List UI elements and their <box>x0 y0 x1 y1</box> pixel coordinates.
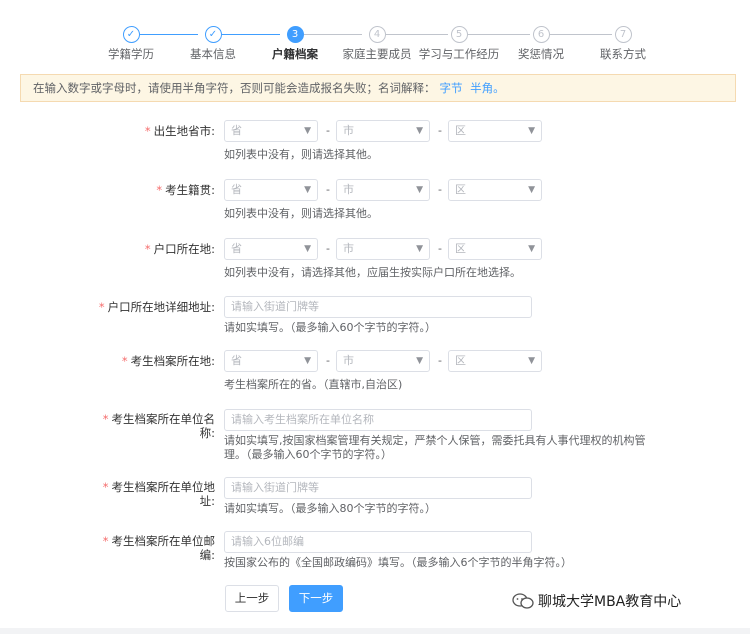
city-select[interactable]: 市 ▼ <box>336 350 430 372</box>
step-huji[interactable]: 3 户籍档案 <box>250 26 340 62</box>
separator: - <box>326 242 330 255</box>
field-hint: 如列表中没有，则请选择其他。 <box>224 148 378 161</box>
notice-bar: 在输入数字或字母时，请使用半角字符，否则可能会造成报名失败；名词解释： 字节 半角… <box>20 74 736 102</box>
chevron-down-icon: ▼ <box>528 185 535 195</box>
step-basic-info[interactable]: ✓ 基本信息 <box>168 26 258 62</box>
province-select[interactable]: 省 ▼ <box>224 120 318 142</box>
step-number: 7 <box>614 26 632 43</box>
separator: - <box>326 183 330 196</box>
zip-input[interactable]: 请输入6位邮编 <box>224 531 532 553</box>
step-xueji[interactable]: ✓ 学籍学历 <box>86 26 176 62</box>
chevron-down-icon: ▼ <box>528 244 535 254</box>
chevron-down-icon: ▼ <box>416 126 423 136</box>
separator: - <box>438 183 442 196</box>
city-select[interactable]: 市 ▼ <box>336 120 430 142</box>
field-label: * 考生档案所在单位名 称: <box>102 412 215 440</box>
district-select[interactable]: 区 ▼ <box>448 350 542 372</box>
step-label: 奖惩情况 <box>518 47 564 61</box>
province-select[interactable]: 省 ▼ <box>224 238 318 260</box>
field-hint: 请如实填写。（最多输入60个字节的字符。） <box>224 321 436 334</box>
chevron-down-icon: ▼ <box>416 356 423 366</box>
chevron-down-icon: ▼ <box>304 356 311 366</box>
step-number: 4 <box>368 26 386 43</box>
province-select[interactable]: 省 ▼ <box>224 350 318 372</box>
chevron-down-icon: ▼ <box>304 126 311 136</box>
separator: - <box>326 354 330 367</box>
term-link-halfwidth[interactable]: 半角。 <box>470 81 505 95</box>
chevron-down-icon: ▼ <box>416 244 423 254</box>
step-label: 家庭主要成员 <box>342 47 412 61</box>
city-select[interactable]: 市 ▼ <box>336 238 430 260</box>
separator: - <box>438 124 442 137</box>
chevron-down-icon: ▼ <box>528 126 535 136</box>
chevron-down-icon: ▼ <box>528 356 535 366</box>
step-family[interactable]: 4 家庭主要成员 <box>332 26 422 62</box>
step-label: 学籍学历 <box>108 47 154 61</box>
separator: - <box>326 124 330 137</box>
wechat-icon <box>512 593 534 609</box>
field-label: * 考生档案所在单位邮 编: <box>102 534 215 562</box>
field-hint: 如列表中没有，则请选择其他。 <box>224 207 378 220</box>
chevron-down-icon: ▼ <box>416 185 423 195</box>
chevron-down-icon: ▼ <box>304 185 311 195</box>
field-label: * 考生档案所在单位地 址: <box>102 480 215 508</box>
next-button[interactable]: 下一步 <box>289 585 343 612</box>
step-study-work[interactable]: 5 学习与工作经历 <box>414 26 504 62</box>
step-label: 联系方式 <box>600 47 646 61</box>
term-link-byte[interactable]: 字节 <box>440 81 463 95</box>
field-label: * 户口所在地: <box>144 242 215 256</box>
district-select[interactable]: 区 ▼ <box>448 179 542 201</box>
province-select[interactable]: 省 ▼ <box>224 179 318 201</box>
field-hint: 请如实填写。（最多输入80个字节的字符。） <box>224 502 436 515</box>
hukou-address-input[interactable]: 请输入街道门牌等 <box>224 296 532 318</box>
field-hint: 请如实填写,按国家档案管理有关规定，严禁个人保管，需委托具有人事代理权的机构管理… <box>224 434 646 461</box>
prev-button[interactable]: 上一步 <box>225 585 279 612</box>
step-label: 户籍档案 <box>272 47 318 61</box>
field-hint: 如列表中没有，请选择其他，应届生按实际户口所在地选择。 <box>224 266 521 279</box>
step-label: 基本信息 <box>190 47 236 61</box>
step-label: 学习与工作经历 <box>418 47 500 61</box>
stepper: ✓ 学籍学历 ✓ 基本信息 3 户籍档案 4 家庭主要成员 5 学习与工作经历 … <box>0 26 750 66</box>
check-icon: ✓ <box>204 26 222 43</box>
check-icon: ✓ <box>122 26 140 43</box>
step-awards[interactable]: 6 奖惩情况 <box>496 26 586 62</box>
city-select[interactable]: 市 ▼ <box>336 179 430 201</box>
step-contact[interactable]: 7 联系方式 <box>578 26 668 62</box>
notice-text: 在输入数字或字母时，请使用半角字符，否则可能会造成报名失败；名词解释： <box>33 81 436 95</box>
archive-address-input[interactable]: 请输入街道门牌等 <box>224 477 532 499</box>
chevron-down-icon: ▼ <box>304 244 311 254</box>
separator: - <box>438 242 442 255</box>
field-label: * 考生档案所在地: <box>121 354 215 368</box>
district-select[interactable]: 区 ▼ <box>448 238 542 260</box>
field-label: * 考生籍贯: <box>156 183 215 197</box>
step-number: 6 <box>532 26 550 43</box>
district-select[interactable]: 区 ▼ <box>448 120 542 142</box>
field-label: * 户口所在地详细地址: <box>98 300 215 314</box>
archive-unit-input[interactable]: 请输入考生档案所在单位名称 <box>224 409 532 431</box>
step-number: 5 <box>450 26 468 43</box>
watermark: 聊城大学MBA教育中心 <box>512 591 681 611</box>
separator: - <box>438 354 442 367</box>
field-hint: 考生档案所在的省。（直辖市,自治区) <box>224 378 403 391</box>
form-card: ✓ 学籍学历 ✓ 基本信息 3 户籍档案 4 家庭主要成员 5 学习与工作经历 … <box>0 0 750 628</box>
field-label: * 出生地省市: <box>144 124 215 138</box>
field-hint: 按国家公布的《全国邮政编码》填写。（最多输入6个字节的半角字符。） <box>224 556 572 569</box>
step-number: 3 <box>286 26 304 43</box>
